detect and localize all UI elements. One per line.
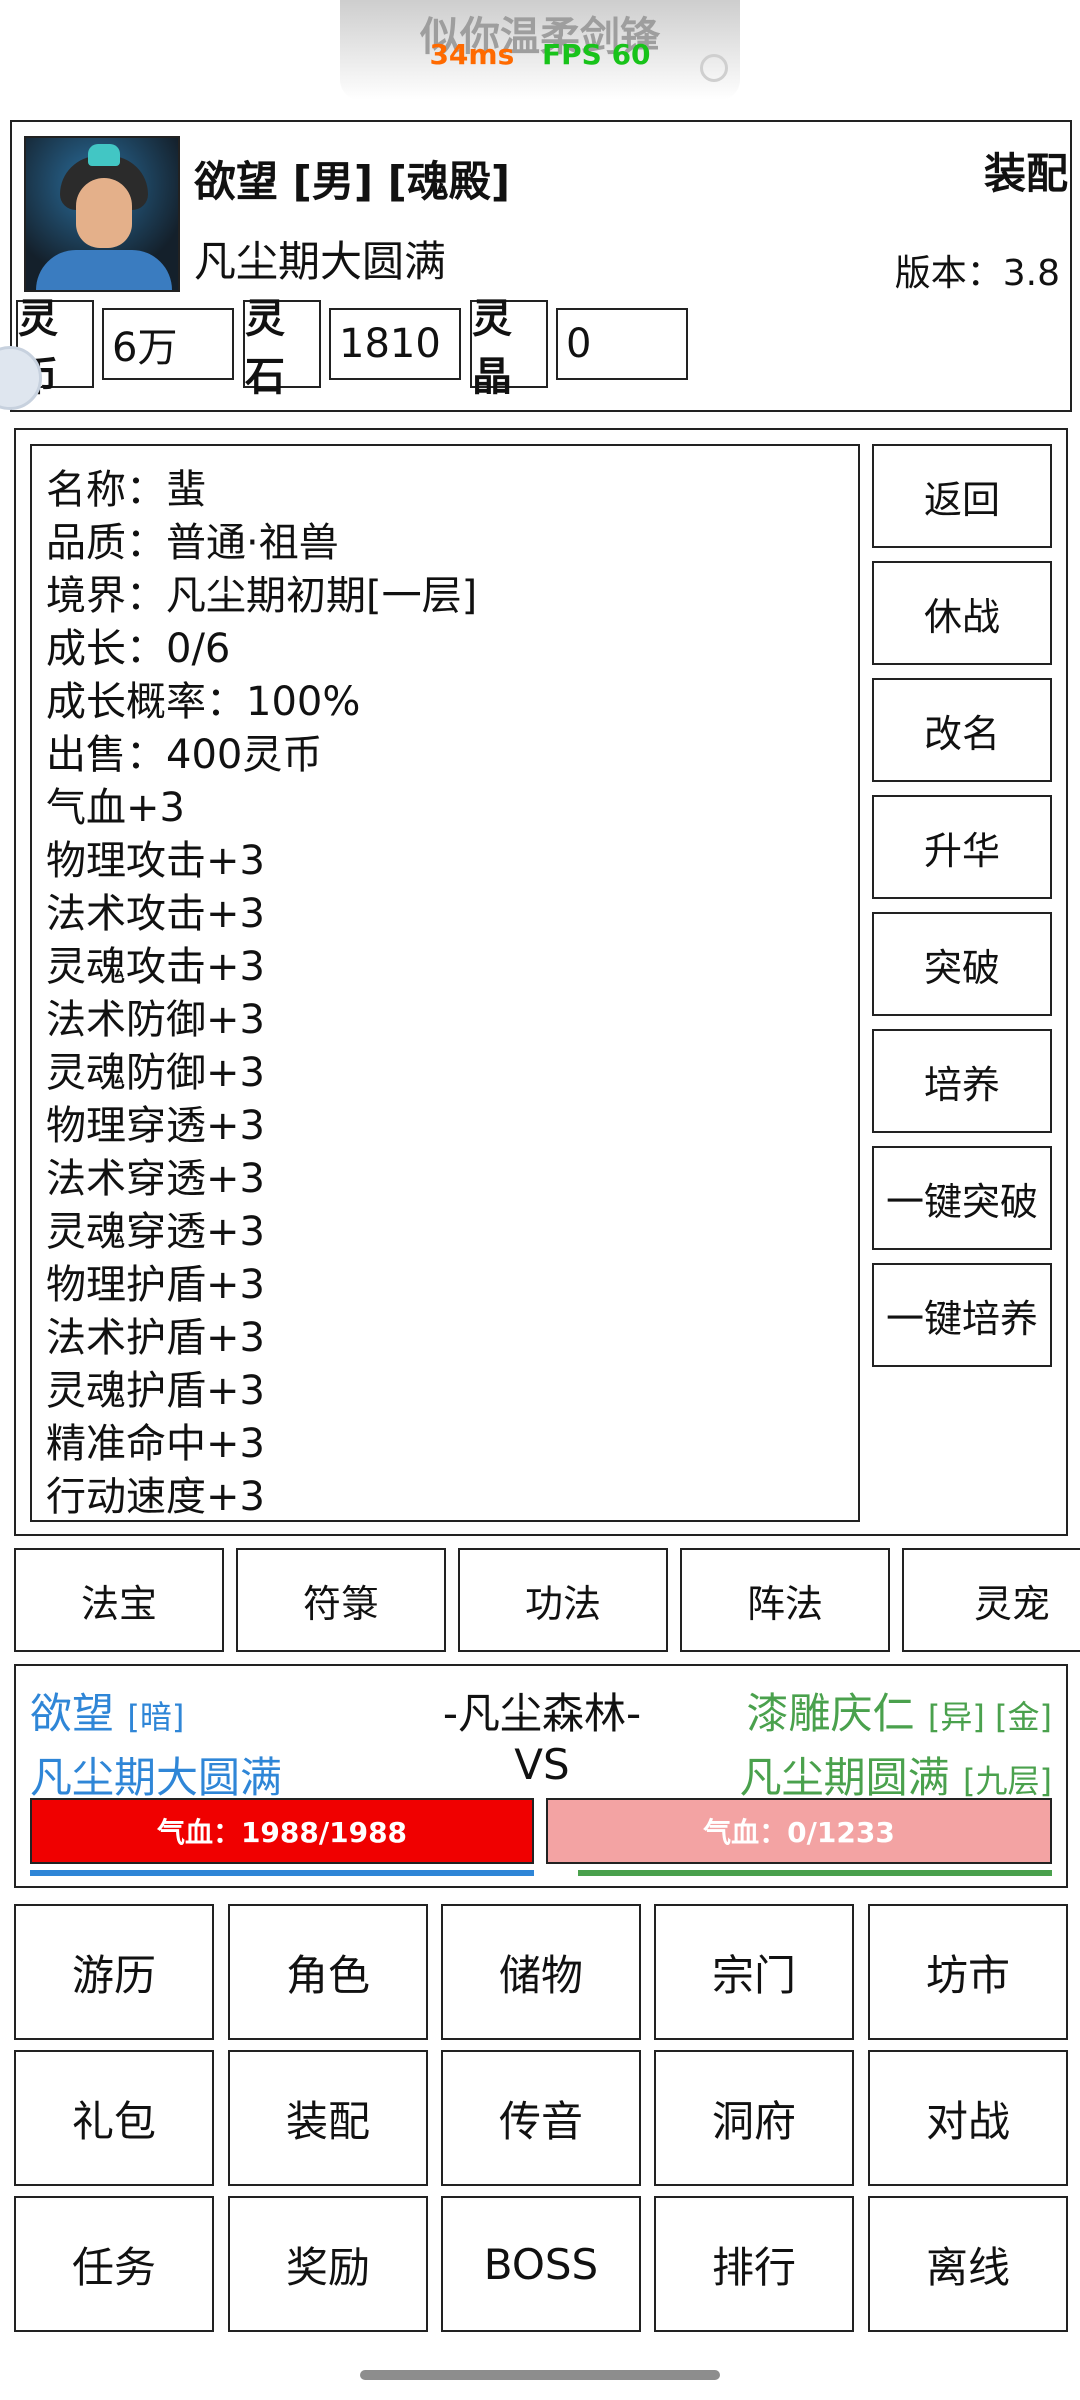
detail-line: 精准命中+3 (46, 1421, 265, 1467)
player-gender: [男] (292, 157, 374, 206)
menu-duel-button[interactable]: 对战 (868, 2050, 1068, 2186)
detail-line: 物理穿透+3 (46, 1103, 265, 1149)
ally-underline (30, 1870, 534, 1876)
perf-stats: 34ms FPS 60 (410, 38, 670, 71)
menu-reward-button[interactable]: 奖励 (228, 2196, 428, 2332)
enemy-tags: [异] [金] (927, 1698, 1052, 1736)
clock-icon (700, 54, 728, 82)
menu-quest-button[interactable]: 任务 (14, 2196, 214, 2332)
detail-line: 品质：普通·祖兽 (46, 520, 339, 566)
detail-line: 行动速度+3 (46, 1474, 265, 1520)
tab-spirit-pet[interactable]: 灵宠 (902, 1548, 1080, 1652)
detail-line: 出售：400灵币 (46, 732, 323, 778)
menu-travel-button[interactable]: 游历 (14, 1904, 214, 2040)
ally-realm: 凡尘期大圆满 (30, 1753, 283, 1802)
currency-value-lingjing: 0 (556, 308, 688, 380)
fps-readout: FPS 60 (542, 38, 651, 71)
home-indicator[interactable] (360, 2370, 720, 2380)
auto-breakthrough-button[interactable]: 一键突破 (872, 1146, 1052, 1250)
menu-message-button[interactable]: 传音 (441, 2050, 641, 2186)
player-avatar[interactable] (24, 136, 180, 292)
detail-line: 成长：0/6 (46, 626, 231, 672)
menu-character-button[interactable]: 角色 (228, 1904, 428, 2040)
detail-line: 灵魂攻击+3 (46, 944, 265, 990)
auto-cultivate-button[interactable]: 一键培养 (872, 1263, 1052, 1367)
enemy-hp-bar: 气血：0/1233 (546, 1798, 1052, 1864)
detail-line: 灵魂穿透+3 (46, 1209, 265, 1255)
rename-button[interactable]: 改名 (872, 678, 1052, 782)
tab-formation[interactable]: 阵法 (680, 1548, 890, 1652)
player-name-line: 欲望 [男] [魂殿] (194, 148, 510, 209)
breakthrough-button[interactable]: 突破 (872, 912, 1052, 1016)
version-label: 版本：3.8 (894, 253, 1060, 294)
detail-line: 法术防御+3 (46, 997, 265, 1043)
pet-stats-box[interactable]: 名称：蜚 品质：普通·祖兽 境界：凡尘期初期[一层] 成长：0/6 成长概率：1… (30, 444, 860, 1522)
menu-equip-button[interactable]: 装配 (228, 2050, 428, 2186)
sublimate-button[interactable]: 升华 (872, 795, 1052, 899)
menu-market-button[interactable]: 坊市 (868, 1904, 1068, 2040)
enemy-realm-tag: [九层] (963, 1762, 1052, 1800)
menu-ranking-button[interactable]: 排行 (654, 2196, 854, 2332)
tab-talisman[interactable]: 符箓 (236, 1548, 446, 1652)
ally-name: 欲望 (30, 1689, 115, 1738)
detail-line: 境界：凡尘期初期[一层] (46, 573, 478, 619)
menu-storage-button[interactable]: 储物 (441, 1904, 641, 2040)
signal-readout: 34ms (429, 38, 515, 71)
ally-tag: [暗] (127, 1698, 185, 1736)
currency-label-lingshi: 灵石 (243, 296, 321, 400)
currency-label-lingjing: 灵晶 (470, 296, 548, 400)
rest-button[interactable]: 休战 (872, 561, 1052, 665)
currency-value-lingshi: 1810 (329, 308, 461, 380)
menu-giftpack-button[interactable]: 礼包 (14, 2050, 214, 2186)
detail-line: 法术护盾+3 (46, 1315, 265, 1361)
player-realm: 凡尘期大圆满 (194, 237, 447, 286)
ally-name-line: 欲望 [暗] (30, 1680, 184, 1741)
menu-offline-button[interactable]: 离线 (868, 2196, 1068, 2332)
detail-line: 灵魂防御+3 (46, 1050, 265, 1096)
enemy-realm-line: 凡尘期圆满 [九层] (620, 1744, 1052, 1805)
detail-line: 物理护盾+3 (46, 1262, 265, 1308)
back-button[interactable]: 返回 (872, 444, 1052, 548)
tab-artifact[interactable]: 法宝 (14, 1548, 224, 1652)
enemy-realm: 凡尘期圆满 (739, 1753, 950, 1802)
player-faction: [魂殿] (387, 157, 511, 206)
tab-technique[interactable]: 功法 (458, 1548, 668, 1652)
detail-line: 成长概率：100% (46, 679, 361, 725)
player-name: 欲望 (194, 157, 279, 206)
cultivate-button[interactable]: 培养 (872, 1029, 1052, 1133)
enemy-name-line: 漆雕庆仁 [异] [金] (620, 1680, 1053, 1741)
detail-line: 灵魂护盾+3 (46, 1368, 265, 1414)
menu-sect-button[interactable]: 宗门 (654, 1904, 854, 2040)
currency-value-lingbi: 6万 (102, 308, 234, 380)
detail-line: 物理攻击+3 (46, 838, 265, 884)
menu-cave-button[interactable]: 洞府 (654, 2050, 854, 2186)
enemy-name: 漆雕庆仁 (746, 1689, 915, 1738)
enemy-underline (578, 1870, 1052, 1876)
ally-hp-bar: 气血：1988/1988 (30, 1798, 534, 1864)
equip-button[interactable]: 装配 (948, 140, 1068, 201)
detail-line: 法术穿透+3 (46, 1156, 265, 1202)
detail-line: 法术攻击+3 (46, 891, 265, 937)
menu-boss-button[interactable]: BOSS (441, 2196, 641, 2332)
detail-line: 名称：蜚 (46, 467, 206, 513)
detail-line: 气血+3 (46, 785, 185, 831)
